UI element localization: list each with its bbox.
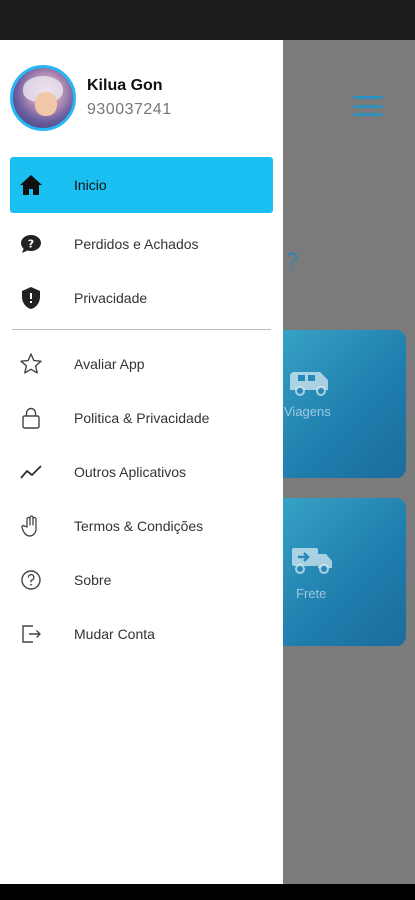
menu-item-label: Privacidade — [74, 290, 148, 306]
menu-item-inicio[interactable]: Inicio — [10, 157, 273, 213]
menu-item-label: Perdidos e Achados — [74, 236, 199, 252]
lock-icon — [18, 405, 44, 431]
menu-item-privacidade[interactable]: Privacidade — [10, 270, 273, 326]
viagens-card[interactable]: Viagens — [262, 330, 406, 478]
home-icon — [18, 172, 44, 198]
menu-item-label: Outros Aplicativos — [74, 464, 187, 480]
menu-divider — [12, 329, 271, 330]
menu-item-label: Inicio — [74, 177, 107, 193]
svg-text:?: ? — [28, 238, 34, 251]
logout-icon — [18, 621, 44, 647]
system-navigation-bar — [0, 884, 415, 900]
menu-item-mudar-conta[interactable]: Mudar Conta — [10, 606, 273, 662]
menu-item-perdidos-e-achados[interactable]: ? Perdidos e Achados — [10, 216, 273, 272]
menu-item-avaliar-app[interactable]: Avaliar App — [10, 336, 273, 392]
menu-item-sobre[interactable]: Sobre — [10, 552, 273, 608]
profile-header[interactable]: Kilua Gon 930037241 — [10, 65, 283, 133]
help-circle-icon — [18, 567, 44, 593]
menu-item-label: Politica & Privacidade — [74, 410, 210, 426]
question-bubble-icon: ? — [18, 231, 44, 257]
menu-item-label: Termos & Condições — [74, 518, 204, 534]
frete-card[interactable]: Frete — [262, 498, 406, 646]
avatar[interactable] — [10, 65, 76, 131]
menu-item-label: Avaliar App — [74, 356, 145, 372]
trend-line-icon — [18, 459, 44, 485]
profile-phone: 930037241 — [87, 101, 172, 118]
shield-icon — [18, 285, 44, 311]
menu-item-label: Sobre — [74, 572, 112, 588]
star-icon — [18, 351, 44, 377]
menu-icon[interactable] — [353, 96, 383, 116]
status-bar — [0, 0, 415, 40]
menu-item-termos-condicoes[interactable]: Termos & Condições — [10, 498, 273, 554]
menu-item-politica-privacidade[interactable]: Politica & Privacidade — [10, 390, 273, 446]
profile-name: Kilua Gon — [87, 77, 163, 94]
navigation-drawer: Kilua Gon 930037241 Inicio ? Perdidos e … — [0, 40, 283, 884]
menu-item-outros-aplicativos[interactable]: Outros Aplicativos — [10, 444, 273, 500]
hand-icon — [18, 513, 44, 539]
question-mark: ? — [286, 248, 299, 273]
delivery-truck-icon — [292, 548, 332, 574]
menu-item-label: Mudar Conta — [74, 626, 155, 642]
van-icon — [290, 372, 328, 396]
